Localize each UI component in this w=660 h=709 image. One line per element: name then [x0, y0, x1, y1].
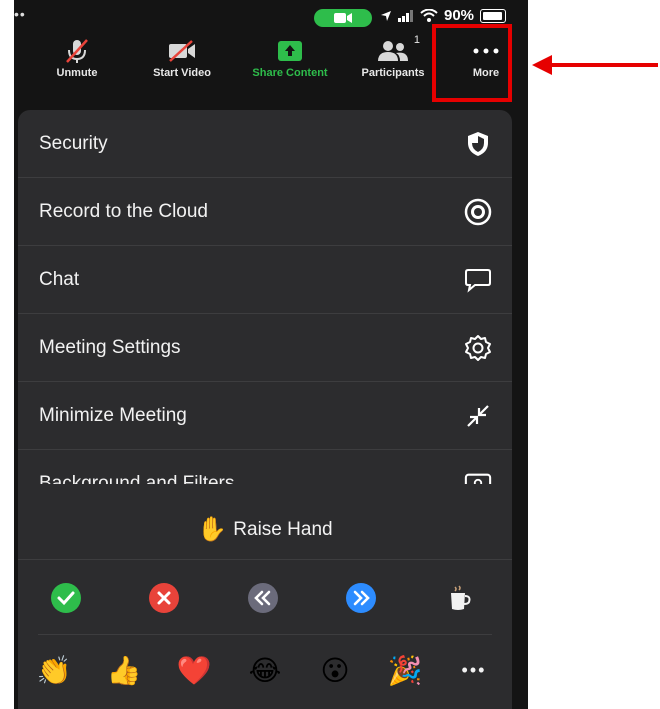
cellular-signal-icon — [398, 9, 413, 22]
menu-item-chat[interactable]: Chat — [18, 246, 512, 314]
status-indicators: 90% — [380, 7, 507, 24]
menu-item-minimize-meeting[interactable]: Minimize Meeting — [18, 382, 512, 450]
zoom-meeting-screen: •• 90% Unmute Start Video Share Content … — [14, 0, 528, 709]
reaction-joy[interactable]: 😂 — [247, 652, 283, 688]
participants-label: Participants — [361, 67, 425, 79]
slower-icon[interactable] — [245, 580, 281, 616]
participants-icon — [378, 41, 408, 61]
participants-count: 1 — [413, 34, 420, 46]
share-content-label: Share Content — [252, 67, 328, 79]
camera-in-use-pill — [314, 9, 372, 27]
faster-icon[interactable] — [343, 580, 379, 616]
share-content-button[interactable]: Share Content — [238, 36, 342, 94]
scroll-cutoff — [18, 484, 512, 500]
reaction-heart[interactable]: ❤️ — [176, 652, 212, 688]
gear-icon — [464, 334, 492, 362]
divider — [38, 634, 492, 635]
more-button-highlight — [432, 24, 512, 102]
shield-icon — [464, 130, 492, 158]
menu-item-label: Chat — [39, 269, 80, 290]
coffee-icon[interactable] — [442, 580, 478, 616]
reaction-party[interactable]: 🎉 — [387, 652, 423, 688]
video-off-icon — [169, 40, 195, 62]
raise-hand-emoji: ✋ — [197, 516, 228, 543]
menu-item-label: Meeting Settings — [39, 337, 181, 358]
menu-item-label: Security — [39, 133, 108, 154]
start-video-button[interactable]: Start Video — [142, 36, 222, 94]
reaction-thumbs-up[interactable]: 👍 — [106, 652, 142, 688]
reactions-row: 👏 👍 ❤️ 😂 😮 🎉 ••• — [18, 638, 512, 702]
status-dots: •• — [14, 6, 26, 22]
feedback-row — [18, 566, 512, 630]
chat-bubble-icon — [464, 266, 492, 294]
check-icon[interactable] — [48, 580, 84, 616]
more-reactions-button[interactable]: ••• — [456, 652, 492, 688]
reaction-clap[interactable]: 👏 — [36, 652, 72, 688]
menu-item-record-to-cloud[interactable]: Record to the Cloud — [18, 178, 512, 246]
raise-hand-button[interactable]: ✋ Raise Hand — [18, 500, 512, 560]
record-icon — [464, 198, 492, 226]
start-video-label: Start Video — [153, 67, 211, 79]
pointer-arrow-icon — [532, 55, 658, 75]
reaction-surprised[interactable]: 😮 — [317, 652, 353, 688]
battery-icon — [480, 8, 507, 23]
more-menu: Security Record to the Cloud Chat Meetin… — [18, 110, 512, 709]
share-upload-icon — [278, 41, 302, 61]
menu-item-security[interactable]: Security — [18, 110, 512, 178]
x-icon[interactable] — [146, 580, 182, 616]
participants-button[interactable]: 1 Participants — [348, 34, 438, 94]
location-arrow-icon — [381, 10, 391, 21]
battery-percentage: 90% — [444, 7, 475, 24]
raise-hand-label: Raise Hand — [233, 518, 333, 540]
unmute-button[interactable]: Unmute — [42, 36, 112, 94]
menu-item-label: Minimize Meeting — [39, 405, 187, 426]
menu-item-label: Record to the Cloud — [39, 201, 208, 222]
video-camera-icon — [334, 13, 352, 23]
wifi-icon — [420, 9, 438, 22]
minimize-icon — [464, 402, 492, 430]
menu-item-meeting-settings[interactable]: Meeting Settings — [18, 314, 512, 382]
microphone-muted-icon — [66, 39, 88, 63]
unmute-label: Unmute — [56, 67, 98, 79]
